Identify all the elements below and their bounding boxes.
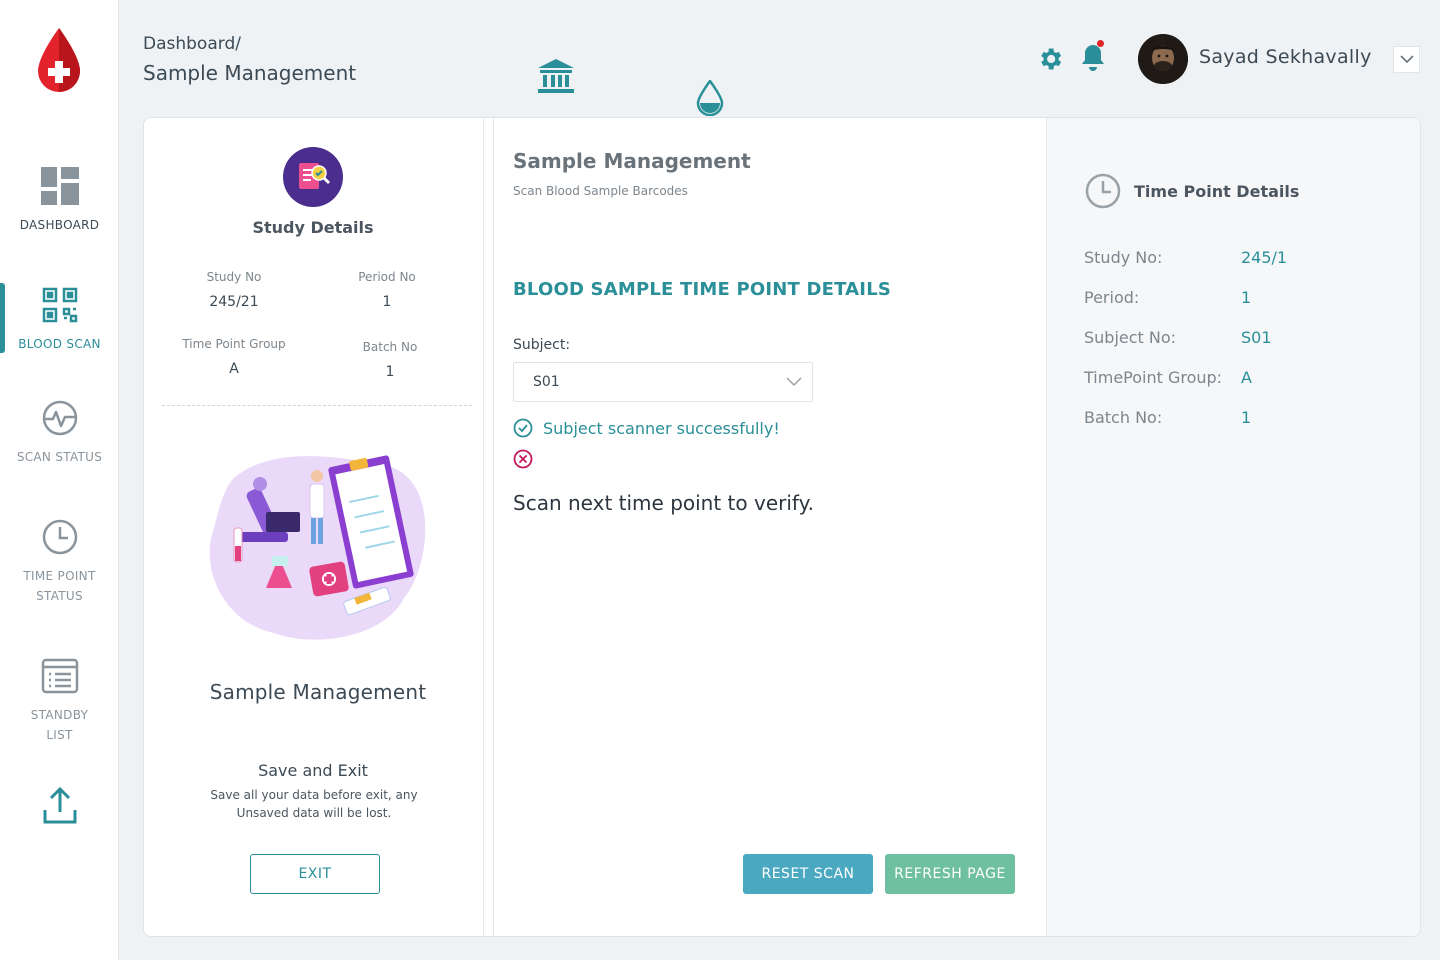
module-title: Sample Management <box>209 680 427 704</box>
tp-value: 245/1 <box>1241 248 1288 267</box>
time-point-title: Time Point Details <box>1134 182 1300 201</box>
sidebar: DASHBOARD BLOOD SCAN SCAN STATUS TIME PO… <box>0 0 119 960</box>
sidebar-item-standby-list[interactable]: STANDBY LIST <box>0 657 119 745</box>
next-scan-message: Scan next time point to verify. <box>513 491 814 515</box>
qr-code-icon <box>42 287 77 323</box>
avatar[interactable] <box>1138 34 1188 84</box>
study-details-title: Study Details <box>252 218 374 237</box>
success-message: Subject scanner successfully! <box>513 418 780 438</box>
save-exit-note: Save all your data before exit, any Unsa… <box>210 788 418 820</box>
field-value: 245/21 <box>209 294 259 310</box>
field-label: Time Point Group <box>182 337 286 351</box>
tp-label: Batch No: <box>1084 408 1163 427</box>
refresh-page-button[interactable]: REFRESH PAGE <box>885 854 1015 894</box>
subject-select-value: S01 <box>533 374 560 390</box>
study-no-field: Study No 245/21 <box>164 270 304 310</box>
reset-scan-button[interactable]: RESET SCAN <box>743 854 873 894</box>
subject-label: Subject: <box>513 337 571 353</box>
section-title: Sample Management <box>513 149 751 173</box>
period-no-field: Period No 1 <box>317 270 457 310</box>
success-text: Subject scanner successfully! <box>543 418 780 438</box>
settings-gear-icon[interactable] <box>1036 45 1064 73</box>
sidebar-item-label: STANDBY LIST <box>30 708 89 742</box>
time-point-group-field: Time Point Group A <box>164 337 304 377</box>
breadcrumb[interactable]: Dashboard/ <box>143 34 241 54</box>
tp-label: Period: <box>1084 288 1140 307</box>
blood-drop-logo <box>36 26 82 94</box>
save-exit-title: Save and Exit <box>258 761 368 780</box>
field-label: Study No <box>206 270 262 284</box>
upload-icon <box>43 786 76 824</box>
user-name[interactable]: Sayad Sekhavally <box>1199 46 1372 68</box>
sidebar-item-blood-scan[interactable]: BLOOD SCAN <box>0 286 119 354</box>
field-label: Period No <box>358 270 416 284</box>
sidebar-item-label: SCAN STATUS <box>16 450 103 464</box>
study-badge <box>283 147 343 207</box>
list-icon <box>41 658 78 694</box>
sidebar-item-scan-status[interactable]: SCAN STATUS <box>0 399 119 467</box>
sidebar-item-time-point-status[interactable]: TIME POINT STATUS <box>0 518 119 606</box>
user-menu-dropdown[interactable] <box>1393 46 1420 73</box>
sidebar-item-dashboard[interactable]: DASHBOARD <box>0 167 119 235</box>
check-circle-icon <box>513 418 533 438</box>
page-title: Sample Management <box>143 61 357 85</box>
subject-select[interactable]: S01 <box>513 362 813 402</box>
tp-label: TimePoint Group: <box>1084 368 1223 387</box>
section-subtitle: Scan Blood Sample Barcodes <box>513 184 688 198</box>
error-circle-icon <box>513 449 533 469</box>
dashboard-icon <box>40 167 79 205</box>
field-value: 1 <box>382 294 392 310</box>
sidebar-item-label: BLOOD SCAN <box>18 337 101 351</box>
notification-badge <box>1097 40 1104 47</box>
time-point-panel: Time Point Details Study No: 245/1 Perio… <box>1046 118 1420 936</box>
document-search-icon <box>299 163 331 189</box>
tp-label: Subject No: <box>1084 328 1177 347</box>
water-drop-icon <box>696 80 724 116</box>
tp-label: Study No: <box>1084 248 1163 267</box>
column-divider <box>482 118 494 936</box>
sidebar-item-label: TIME POINT STATUS <box>23 569 96 603</box>
tp-value: S01 <box>1241 328 1272 347</box>
sidebar-item-label: DASHBOARD <box>19 218 100 232</box>
field-label: Batch No <box>362 340 418 354</box>
study-panel: Study Details Study No 245/21 Period No … <box>144 118 484 936</box>
tp-value: 1 <box>1241 288 1252 307</box>
chevron-down-icon <box>786 377 802 387</box>
clock-icon <box>1085 173 1121 209</box>
tp-value: A <box>1241 368 1252 387</box>
chevron-down-icon <box>1399 55 1414 64</box>
pulse-icon <box>42 400 77 436</box>
exit-button[interactable]: EXIT <box>250 854 380 894</box>
blood-test-illustration <box>209 455 426 640</box>
clock-icon <box>42 519 77 555</box>
field-value: A <box>229 361 239 377</box>
field-value: 1 <box>385 364 395 380</box>
tp-value: 1 <box>1241 408 1252 427</box>
institution-icon <box>538 59 574 93</box>
divider <box>162 405 472 406</box>
main-card: Study Details Study No 245/21 Period No … <box>143 117 1421 937</box>
batch-no-field: Batch No 1 <box>320 340 460 380</box>
sidebar-item-upload[interactable] <box>0 786 119 826</box>
time-point-heading: BLOOD SAMPLE TIME POINT DETAILS <box>513 279 892 300</box>
